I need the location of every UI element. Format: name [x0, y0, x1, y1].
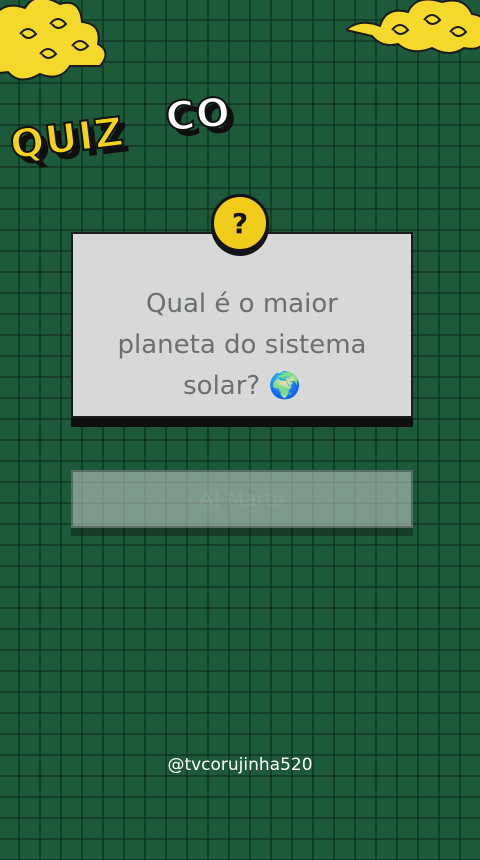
channel-handle: @tvcorujinha520: [167, 755, 313, 775]
co-title-text: CO: [163, 88, 234, 142]
question-mark-icon: ?: [211, 194, 269, 252]
quiz-title: QUIZ QUIZ CO CO: [7, 88, 248, 190]
question-text: Qual é o maior planeta do sistema solar?…: [117, 289, 367, 401]
answer-option-a[interactable]: A) Marte: [71, 470, 413, 528]
cloud-left-icon: [0, 0, 107, 81]
cloud-right-icon: [346, 0, 480, 54]
question-card: Qual é o maior planeta do sistema solar?…: [71, 232, 413, 418]
